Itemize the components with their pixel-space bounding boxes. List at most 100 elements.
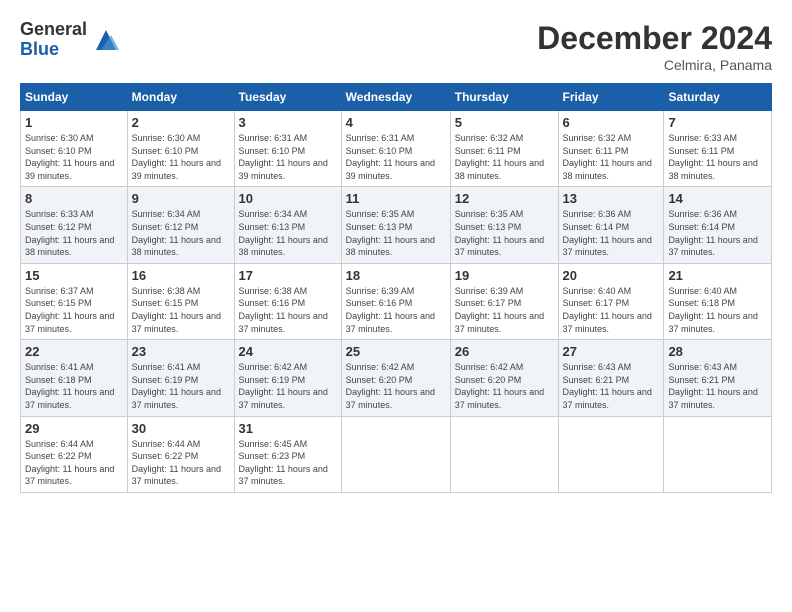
day-number: 28	[668, 344, 767, 359]
day-number: 26	[455, 344, 554, 359]
daylight-label: Daylight: 11 hours and 37 minutes.	[239, 464, 328, 487]
daylight-label: Daylight: 11 hours and 37 minutes.	[668, 235, 757, 258]
day-number: 21	[668, 268, 767, 283]
daylight-label: Daylight: 11 hours and 37 minutes.	[346, 387, 435, 410]
calendar-cell: 8 Sunrise: 6:33 AM Sunset: 6:12 PM Dayli…	[21, 187, 128, 263]
day-number: 12	[455, 191, 554, 206]
sunrise-label: Sunrise: 6:36 AM	[563, 209, 632, 219]
sunrise-label: Sunrise: 6:37 AM	[25, 286, 94, 296]
day-number: 11	[346, 191, 446, 206]
day-info: Sunrise: 6:35 AM Sunset: 6:13 PM Dayligh…	[346, 208, 446, 258]
daylight-label: Daylight: 11 hours and 37 minutes.	[668, 387, 757, 410]
sunrise-label: Sunrise: 6:34 AM	[239, 209, 308, 219]
calendar-cell: 10 Sunrise: 6:34 AM Sunset: 6:13 PM Dayl…	[234, 187, 341, 263]
daylight-label: Daylight: 11 hours and 38 minutes.	[239, 235, 328, 258]
calendar-cell: 20 Sunrise: 6:40 AM Sunset: 6:17 PM Dayl…	[558, 263, 664, 339]
sunrise-label: Sunrise: 6:35 AM	[455, 209, 524, 219]
sunrise-label: Sunrise: 6:41 AM	[25, 362, 94, 372]
calendar-week-row: 29 Sunrise: 6:44 AM Sunset: 6:22 PM Dayl…	[21, 416, 772, 492]
day-of-week-header: Tuesday	[234, 84, 341, 111]
calendar-week-row: 22 Sunrise: 6:41 AM Sunset: 6:18 PM Dayl…	[21, 340, 772, 416]
daylight-label: Daylight: 11 hours and 37 minutes.	[132, 464, 221, 487]
daylight-label: Daylight: 11 hours and 39 minutes.	[25, 158, 114, 181]
sunrise-label: Sunrise: 6:40 AM	[563, 286, 632, 296]
daylight-label: Daylight: 11 hours and 37 minutes.	[239, 311, 328, 334]
daylight-label: Daylight: 11 hours and 37 minutes.	[563, 311, 652, 334]
day-number: 24	[239, 344, 337, 359]
sunrise-label: Sunrise: 6:33 AM	[668, 133, 737, 143]
sunset-label: Sunset: 6:11 PM	[455, 146, 521, 156]
day-number: 29	[25, 421, 123, 436]
sunrise-label: Sunrise: 6:44 AM	[132, 439, 201, 449]
sunrise-label: Sunrise: 6:40 AM	[668, 286, 737, 296]
sunrise-label: Sunrise: 6:39 AM	[455, 286, 524, 296]
day-info: Sunrise: 6:44 AM Sunset: 6:22 PM Dayligh…	[25, 438, 123, 488]
day-info: Sunrise: 6:32 AM Sunset: 6:11 PM Dayligh…	[563, 132, 660, 182]
calendar-cell: 7 Sunrise: 6:33 AM Sunset: 6:11 PM Dayli…	[664, 111, 772, 187]
daylight-label: Daylight: 11 hours and 39 minutes.	[346, 158, 435, 181]
daylight-label: Daylight: 11 hours and 37 minutes.	[25, 464, 114, 487]
calendar-cell	[664, 416, 772, 492]
day-number: 30	[132, 421, 230, 436]
sunrise-label: Sunrise: 6:32 AM	[455, 133, 524, 143]
sunset-label: Sunset: 6:13 PM	[455, 222, 522, 232]
month-title: December 2024	[537, 20, 772, 57]
day-number: 5	[455, 115, 554, 130]
day-of-week-header: Friday	[558, 84, 664, 111]
calendar-cell: 18 Sunrise: 6:39 AM Sunset: 6:16 PM Dayl…	[341, 263, 450, 339]
daylight-label: Daylight: 11 hours and 38 minutes.	[132, 235, 221, 258]
calendar-cell: 31 Sunrise: 6:45 AM Sunset: 6:23 PM Dayl…	[234, 416, 341, 492]
sunset-label: Sunset: 6:15 PM	[25, 298, 92, 308]
calendar-cell: 9 Sunrise: 6:34 AM Sunset: 6:12 PM Dayli…	[127, 187, 234, 263]
sunset-label: Sunset: 6:14 PM	[563, 222, 630, 232]
sunset-label: Sunset: 6:13 PM	[239, 222, 306, 232]
sunset-label: Sunset: 6:10 PM	[132, 146, 199, 156]
day-number: 8	[25, 191, 123, 206]
sunset-label: Sunset: 6:19 PM	[239, 375, 306, 385]
day-info: Sunrise: 6:35 AM Sunset: 6:13 PM Dayligh…	[455, 208, 554, 258]
page-header: General Blue December 2024 Celmira, Pana…	[20, 20, 772, 73]
calendar-cell: 11 Sunrise: 6:35 AM Sunset: 6:13 PM Dayl…	[341, 187, 450, 263]
daylight-label: Daylight: 11 hours and 37 minutes.	[346, 311, 435, 334]
calendar-cell: 24 Sunrise: 6:42 AM Sunset: 6:19 PM Dayl…	[234, 340, 341, 416]
calendar-cell: 13 Sunrise: 6:36 AM Sunset: 6:14 PM Dayl…	[558, 187, 664, 263]
calendar-cell: 4 Sunrise: 6:31 AM Sunset: 6:10 PM Dayli…	[341, 111, 450, 187]
daylight-label: Daylight: 11 hours and 37 minutes.	[563, 387, 652, 410]
day-info: Sunrise: 6:44 AM Sunset: 6:22 PM Dayligh…	[132, 438, 230, 488]
day-info: Sunrise: 6:34 AM Sunset: 6:13 PM Dayligh…	[239, 208, 337, 258]
logo-icon	[91, 25, 121, 55]
day-info: Sunrise: 6:30 AM Sunset: 6:10 PM Dayligh…	[25, 132, 123, 182]
calendar-cell: 21 Sunrise: 6:40 AM Sunset: 6:18 PM Dayl…	[664, 263, 772, 339]
day-info: Sunrise: 6:43 AM Sunset: 6:21 PM Dayligh…	[668, 361, 767, 411]
sunset-label: Sunset: 6:20 PM	[346, 375, 413, 385]
calendar-cell: 15 Sunrise: 6:37 AM Sunset: 6:15 PM Dayl…	[21, 263, 128, 339]
sunrise-label: Sunrise: 6:42 AM	[455, 362, 524, 372]
day-info: Sunrise: 6:40 AM Sunset: 6:17 PM Dayligh…	[563, 285, 660, 335]
daylight-label: Daylight: 11 hours and 38 minutes.	[563, 158, 652, 181]
day-number: 2	[132, 115, 230, 130]
day-info: Sunrise: 6:41 AM Sunset: 6:19 PM Dayligh…	[132, 361, 230, 411]
location: Celmira, Panama	[537, 57, 772, 73]
sunset-label: Sunset: 6:22 PM	[132, 451, 199, 461]
day-number: 19	[455, 268, 554, 283]
sunrise-label: Sunrise: 6:30 AM	[25, 133, 94, 143]
sunrise-label: Sunrise: 6:31 AM	[346, 133, 415, 143]
sunrise-label: Sunrise: 6:44 AM	[25, 439, 94, 449]
calendar-cell: 12 Sunrise: 6:35 AM Sunset: 6:13 PM Dayl…	[450, 187, 558, 263]
calendar-cell: 25 Sunrise: 6:42 AM Sunset: 6:20 PM Dayl…	[341, 340, 450, 416]
daylight-label: Daylight: 11 hours and 37 minutes.	[455, 387, 544, 410]
day-info: Sunrise: 6:42 AM Sunset: 6:20 PM Dayligh…	[346, 361, 446, 411]
daylight-label: Daylight: 11 hours and 37 minutes.	[455, 235, 544, 258]
sunset-label: Sunset: 6:14 PM	[668, 222, 735, 232]
sunset-label: Sunset: 6:20 PM	[455, 375, 522, 385]
sunset-label: Sunset: 6:13 PM	[346, 222, 413, 232]
sunrise-label: Sunrise: 6:30 AM	[132, 133, 201, 143]
calendar-cell	[341, 416, 450, 492]
sunset-label: Sunset: 6:16 PM	[239, 298, 306, 308]
sunset-label: Sunset: 6:10 PM	[239, 146, 306, 156]
sunrise-label: Sunrise: 6:36 AM	[668, 209, 737, 219]
calendar-cell: 1 Sunrise: 6:30 AM Sunset: 6:10 PM Dayli…	[21, 111, 128, 187]
sunset-label: Sunset: 6:11 PM	[563, 146, 629, 156]
daylight-label: Daylight: 11 hours and 37 minutes.	[239, 387, 328, 410]
calendar-cell	[450, 416, 558, 492]
